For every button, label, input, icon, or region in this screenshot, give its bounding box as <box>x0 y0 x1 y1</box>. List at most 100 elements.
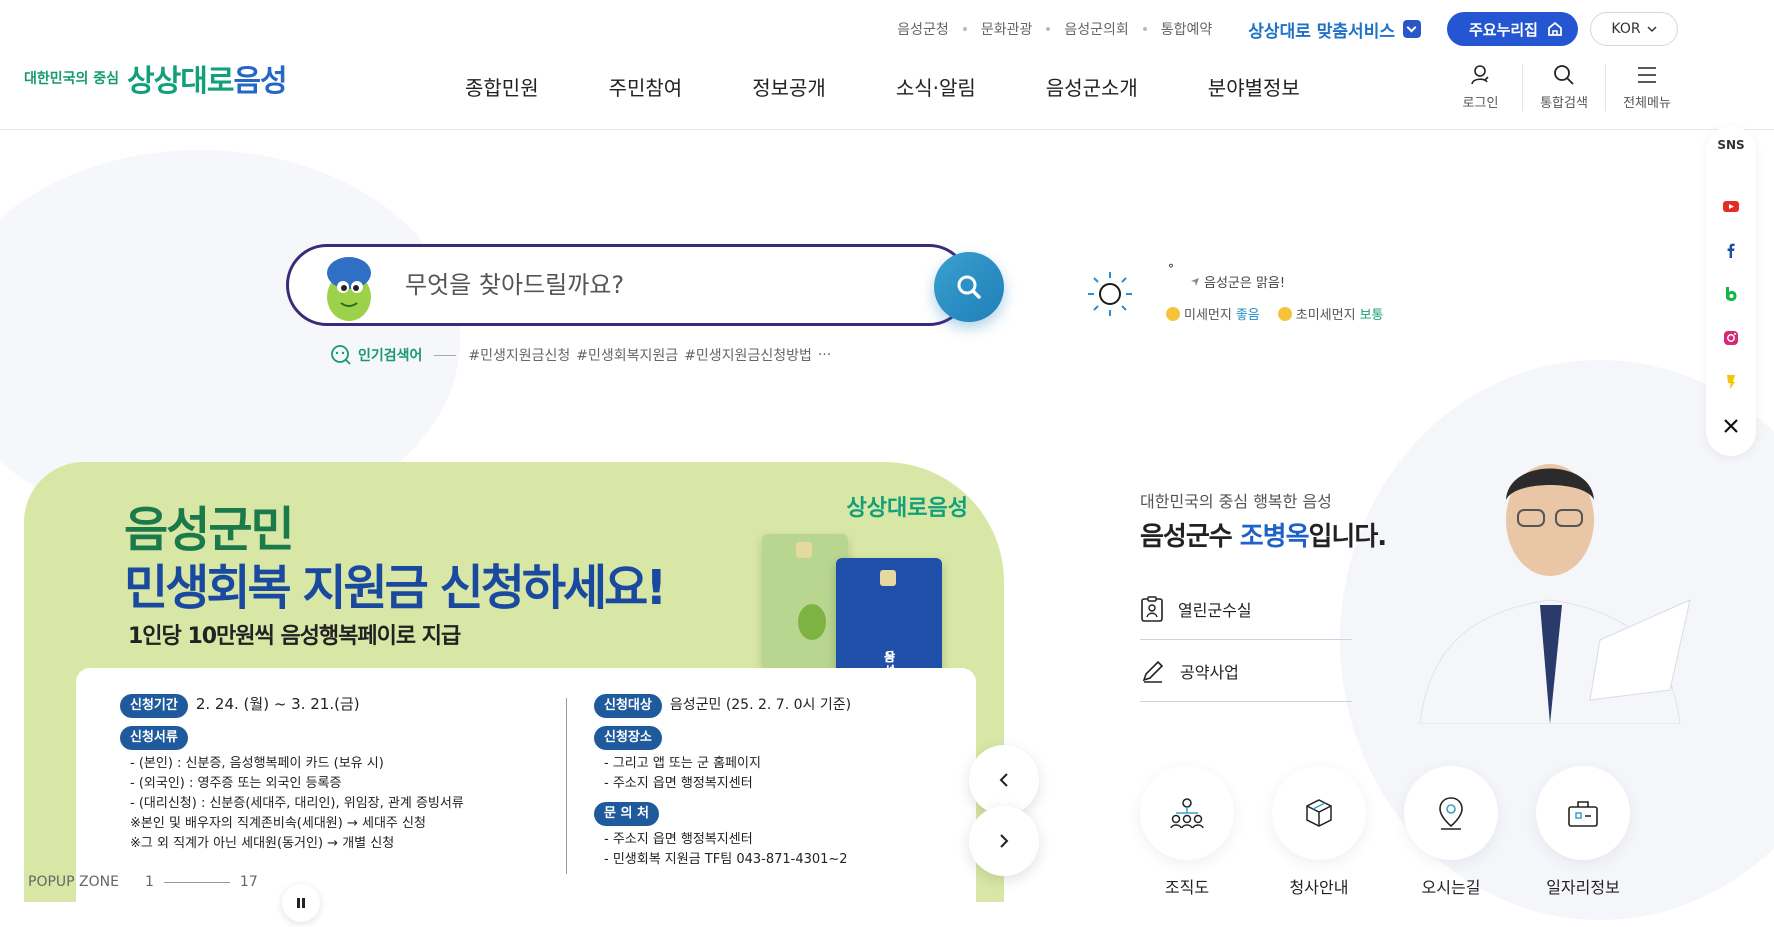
kakao-story-icon[interactable] <box>1723 374 1739 390</box>
popup-current-index: 1 <box>144 874 154 890</box>
quick-link-label: 오시는길 <box>1421 878 1481 897</box>
open-mayor-office-label: 열린군수실 <box>1178 600 1252 620</box>
search-icon <box>1554 65 1574 85</box>
custom-service-dropdown[interactable]: 상상대로 맞춤서비스 <box>1248 17 1421 42</box>
clipboard-person-icon <box>1141 595 1163 622</box>
keyword-link[interactable]: #민생지원금신청방법 <box>684 345 812 365</box>
link-county-office[interactable]: 음성군청 <box>897 19 949 39</box>
apply-period-label: 신청기간 <box>120 694 188 718</box>
nav-civil-service[interactable]: 종합민원 <box>465 72 539 101</box>
main-sites-button[interactable]: 주요누리집 <box>1446 12 1578 46</box>
youtube-icon[interactable] <box>1723 198 1739 214</box>
chevron-down-icon <box>1402 20 1421 38</box>
chevron-down-icon <box>1647 26 1657 33</box>
apply-period-row: 신청기간 2. 24. (월) ~ 3. 21.(금) <box>120 694 540 718</box>
next-slide-button[interactable] <box>969 806 1039 876</box>
apply-place-label: 신청장소 <box>594 726 662 750</box>
quick-link-org-chart[interactable]: 조직도 <box>1140 766 1234 898</box>
site-header: 음성군청 문화관광 음성군의회 통합예약 상상대로 맞춤서비스 주요누리집 KO… <box>0 0 1774 130</box>
quick-link-label: 청사안내 <box>1289 878 1349 897</box>
link-integrated-reservation[interactable]: 통합예약 <box>1161 19 1213 39</box>
link-county-council[interactable]: 음성군의회 <box>1064 19 1128 39</box>
separator-dot <box>962 27 967 31</box>
header-icon-menu: 로그인 통합검색 전체메뉴 <box>1439 64 1688 111</box>
popup-banner[interactable]: 음성군민 민생회복 지원금 신청하세요! 1인당 10만원씩 음성행복페이로 지… <box>24 462 1004 902</box>
contact-row: 문 의 처 <box>594 802 954 826</box>
nav-information[interactable]: 정보공개 <box>752 72 826 101</box>
login-button[interactable]: 로그인 <box>1439 64 1522 111</box>
mayor-subtitle: 대한민국의 중심 행복한 음성 <box>1140 492 1332 511</box>
apply-place-row: 신청장소 <box>594 726 954 750</box>
band-icon[interactable] <box>1723 286 1739 302</box>
apply-target-row: 신청대상 음성군민 (25. 2. 7. 0시 기준) <box>594 694 954 718</box>
separator-dot <box>1142 27 1147 31</box>
facebook-icon[interactable] <box>1723 242 1739 258</box>
login-label: 로그인 <box>1462 96 1499 111</box>
search-button[interactable] <box>934 252 1004 322</box>
prev-slide-button[interactable] <box>969 745 1039 815</box>
pledge-projects-label: 공약사업 <box>1180 662 1239 682</box>
mayor-title: 음성군수 조병옥입니다. <box>1140 522 1387 552</box>
quick-link-circle <box>1404 766 1498 860</box>
divider <box>434 354 457 356</box>
nav-about[interactable]: 음성군소개 <box>1046 72 1138 101</box>
keyword-link[interactable]: #민생회복지원금 <box>576 345 678 365</box>
banner-divider <box>566 698 567 874</box>
logo-text: 상상대로음성 <box>127 64 288 99</box>
popup-progress-line <box>163 881 230 883</box>
all-menu-button[interactable]: 전체메뉴 <box>1605 64 1688 111</box>
quick-link-label: 조직도 <box>1164 878 1210 897</box>
quick-link-circle <box>1140 766 1234 860</box>
link-culture-tourism[interactable]: 문화관광 <box>981 19 1033 39</box>
quick-link-label: 일자리정보 <box>1546 878 1620 897</box>
banner-logo: 상상대로음성 <box>846 496 968 521</box>
documents-label: 신청서류 <box>120 726 188 750</box>
briefcase-icon <box>1568 801 1598 827</box>
quick-link-circle <box>1536 766 1630 860</box>
apply-place-list: - 그리고 앱 또는 군 홈페이지 - 주소지 읍면 행정복지센터 <box>604 756 761 791</box>
popular-search-icon <box>331 345 351 365</box>
air-quality: 미세먼지 좋음 초미세먼지 보통 <box>1166 304 1384 323</box>
main-sites-label: 주요누리집 <box>1468 20 1538 39</box>
banner-right-column: 신청대상 음성군민 (25. 2. 7. 0시 기준) 신청장소 - 그리고 앱 … <box>594 694 954 870</box>
search-icon <box>957 275 981 299</box>
integrated-search-label: 통합검색 <box>1540 96 1588 111</box>
mayor-photo <box>1419 464 1691 724</box>
chevron-left-icon <box>999 773 1008 787</box>
quick-link-circle <box>1272 766 1366 860</box>
pause-button[interactable] <box>282 884 320 922</box>
logo-tagline: 대한민국의 중심 <box>24 71 120 87</box>
search-box <box>286 244 970 326</box>
banner-left-column: 신청기간 2. 24. (월) ~ 3. 21.(금) 신청서류 - (본인) :… <box>120 694 540 854</box>
popular-keywords: 인기검색어 #민생지원금신청 #민생회복지원금 #민생지원금신청방법 ··· <box>330 344 837 366</box>
instagram-icon[interactable] <box>1723 330 1739 346</box>
banner-subtitle: 1인당 10만원씩 음성행복페이로 지급 <box>128 624 461 649</box>
mascot-image <box>327 257 371 321</box>
popup-zone-controls: POPUP ZONE 1 17 <box>0 862 300 902</box>
integrated-search-button[interactable]: 통합검색 <box>1522 64 1605 111</box>
quick-link-jobs[interactable]: 일자리정보 <box>1536 766 1630 898</box>
popular-keywords-label: 인기검색어 <box>358 348 423 364</box>
fine-dust: 미세먼지 좋음 <box>1166 304 1260 323</box>
open-mayor-office-link[interactable]: 열린군수실 <box>1140 578 1352 640</box>
nav-news[interactable]: 소식·알림 <box>896 72 976 101</box>
pause-icon <box>297 898 305 908</box>
nav-fields[interactable]: 분야별정보 <box>1208 72 1300 101</box>
temperature: ° <box>1168 262 1174 276</box>
more-keywords-indicator[interactable]: ··· <box>818 347 831 363</box>
sns-bar: SNS <box>1706 126 1756 456</box>
site-logo[interactable]: 대한민국의 중심 상상대로음성 <box>24 56 288 100</box>
weather-status: 음성군은 맑음! <box>1190 272 1285 291</box>
language-label: KOR <box>1611 21 1641 37</box>
quick-link-directions[interactable]: 오시는길 <box>1404 766 1498 898</box>
language-select[interactable]: KOR <box>1590 12 1678 46</box>
x-icon[interactable] <box>1723 418 1739 434</box>
search-input[interactable] <box>405 263 845 307</box>
menu-icon <box>1638 67 1656 83</box>
nav-participation[interactable]: 주민참여 <box>609 72 683 101</box>
pencil-icon <box>1142 660 1164 683</box>
quick-link-building-info[interactable]: 청사안내 <box>1272 766 1366 898</box>
keyword-link[interactable]: #민생지원금신청 <box>468 345 570 365</box>
pledge-projects-link[interactable]: 공약사업 <box>1140 640 1352 702</box>
popup-zone-label: POPUP ZONE <box>28 874 119 890</box>
